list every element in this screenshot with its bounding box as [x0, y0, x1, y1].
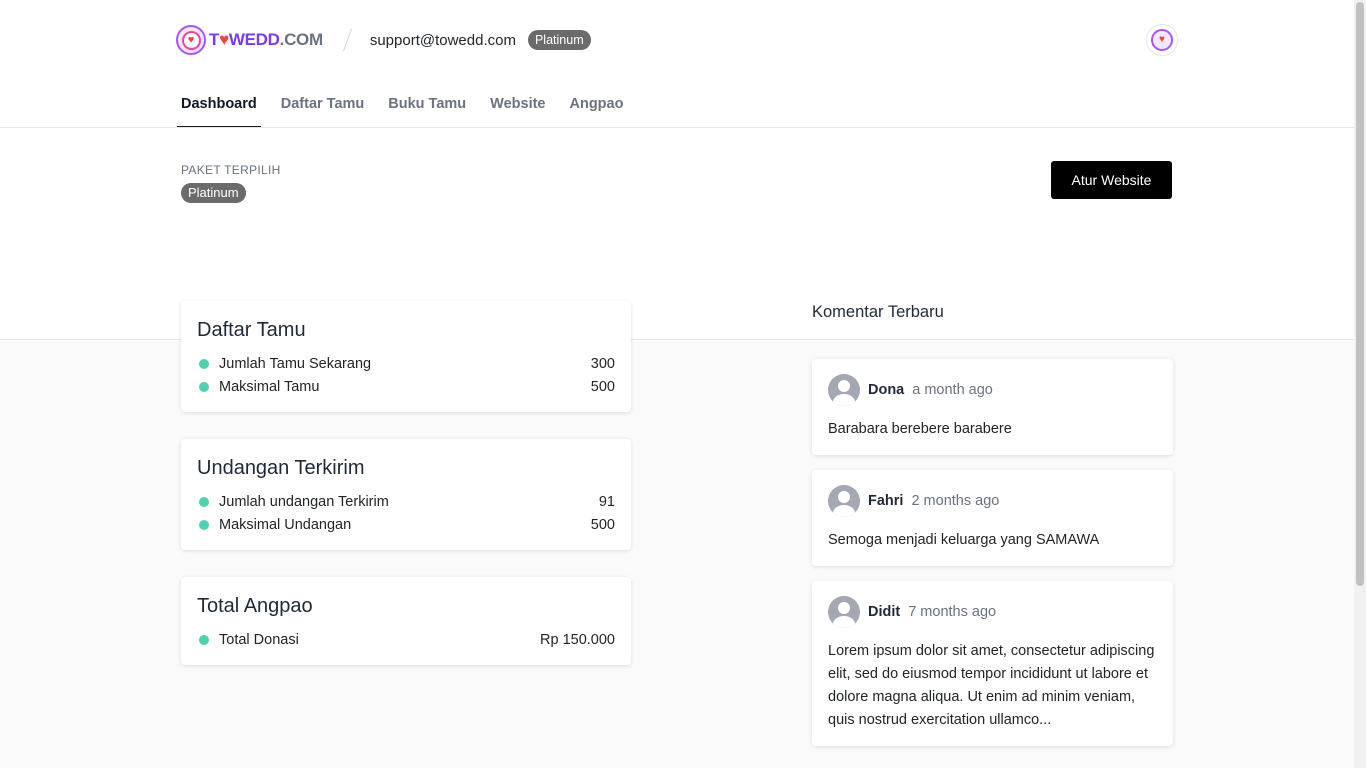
- comment-time: a month ago: [912, 382, 993, 398]
- account-email: support@towedd.com: [369, 31, 516, 49]
- plan-badge: Platinum: [527, 30, 591, 50]
- bullet-dot: [199, 358, 209, 369]
- stat-row: Maksimal Undangan 500: [197, 513, 615, 536]
- top-bar: ♥ T♥WEDD.COM support@towedd.com Platinum…: [176, 24, 1178, 56]
- tab-daftar-tamu[interactable]: Daftar Tamu: [277, 80, 369, 128]
- logo-text: T♥WEDD.COM: [209, 30, 323, 49]
- comment-author: Dona: [868, 382, 905, 398]
- scrollbar[interactable]: [1354, 0, 1366, 768]
- stat-label: Maksimal Undangan: [219, 516, 352, 533]
- bullet-dot: [199, 519, 209, 530]
- scrollbar-thumb[interactable]: [1356, 2, 1364, 586]
- stat-row: Jumlah Tamu Sekarang 300: [197, 352, 615, 375]
- tabs-divider: [0, 127, 1354, 128]
- bullet-dot: [199, 634, 209, 645]
- comment-author: Didit: [868, 604, 901, 620]
- stat-label: Jumlah Tamu Sekarang: [219, 355, 372, 372]
- logo[interactable]: ♥ T♥WEDD.COM: [176, 25, 323, 55]
- user-avatar[interactable]: ♥: [1146, 24, 1178, 56]
- stat-value: 500: [590, 378, 615, 395]
- comment-time: 7 months ago: [908, 604, 997, 620]
- stat-value: Rp 150.000: [540, 631, 615, 648]
- bullet-dot: [199, 381, 209, 392]
- card-title: Total Angpao: [197, 595, 313, 617]
- comments-title: Komentar Terbaru: [812, 303, 944, 321]
- comment-text: Barabara berebere barabere: [828, 421, 1012, 437]
- stat-label: Total Donasi: [219, 631, 299, 648]
- stat-value: 500: [590, 516, 615, 533]
- card-title: Daftar Tamu: [197, 319, 306, 341]
- tab-dashboard[interactable]: Dashboard: [177, 80, 261, 128]
- atur-website-button[interactable]: Atur Website: [1051, 161, 1172, 199]
- comment-author: Fahri: [868, 493, 904, 509]
- user-avatar-icon: [828, 596, 860, 628]
- bullet-dot: [199, 496, 209, 507]
- package-label: PAKET TERPILIH: [181, 163, 281, 177]
- logo-heart-icon: ♥: [176, 25, 206, 55]
- nav-tabs: Dashboard Daftar Tamu Buku Tamu Website …: [177, 80, 643, 128]
- card-title: Undangan Terkirim: [197, 457, 365, 479]
- comment-time: 2 months ago: [911, 493, 1000, 509]
- comment-text: Semoga menjadi keluarga yang SAMAWA: [828, 532, 1100, 548]
- divider: [342, 28, 352, 52]
- angpao-stats-card: Total Angpao Total Donasi Rp 150.000: [181, 577, 631, 665]
- comment-card: Fahri 2 months ago Semoga menjadi keluar…: [812, 470, 1173, 566]
- stat-label: Jumlah undangan Terkirim: [219, 493, 389, 510]
- stat-row: Total Donasi Rp 150.000: [197, 628, 615, 651]
- stat-row: Maksimal Tamu 500: [197, 375, 615, 398]
- stat-row: Jumlah undangan Terkirim 91: [197, 490, 615, 513]
- tab-website[interactable]: Website: [486, 80, 549, 128]
- heart-icon: ♥: [1151, 29, 1173, 51]
- guest-stats-card: Daftar Tamu Jumlah Tamu Sekarang 300 Mak…: [181, 301, 631, 412]
- stat-value: 91: [598, 493, 615, 510]
- package-badge: Platinum: [181, 183, 246, 203]
- invitation-stats-card: Undangan Terkirim Jumlah undangan Terkir…: [181, 439, 631, 550]
- tab-angpao[interactable]: Angpao: [566, 80, 628, 128]
- stat-value: 300: [590, 355, 615, 372]
- comment-text: Lorem ipsum dolor sit amet, consectetur …: [828, 643, 1155, 728]
- user-avatar-icon: [828, 374, 860, 406]
- comment-card: Dona a month ago Barabara berebere barab…: [812, 359, 1173, 455]
- user-avatar-icon: [828, 485, 860, 517]
- tab-buku-tamu[interactable]: Buku Tamu: [384, 80, 470, 128]
- comment-card: Didit 7 months ago Lorem ipsum dolor sit…: [812, 581, 1173, 746]
- stat-label: Maksimal Tamu: [219, 378, 320, 395]
